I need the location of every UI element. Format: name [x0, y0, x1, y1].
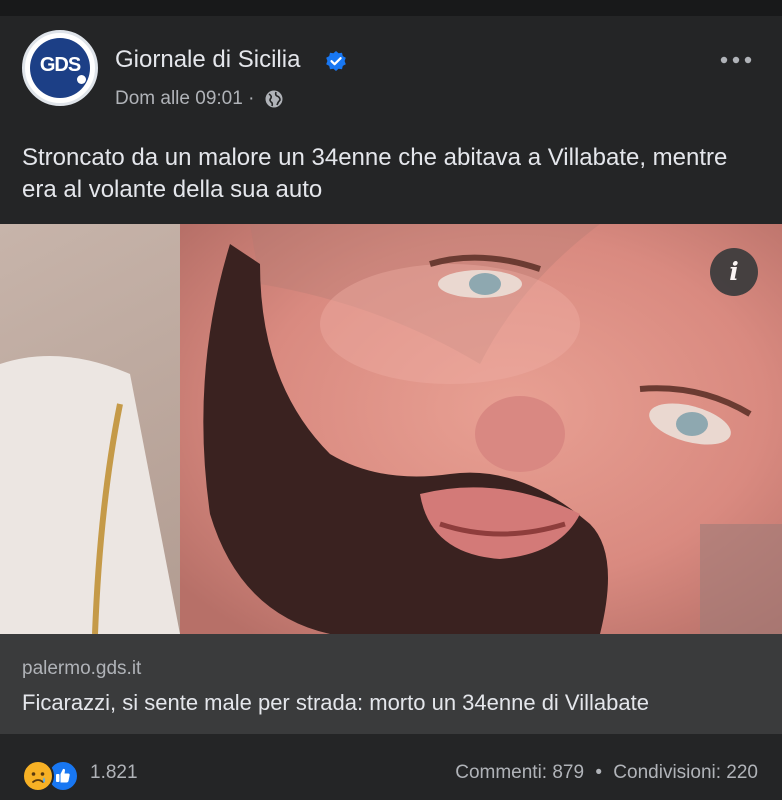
globe-icon: [265, 90, 283, 108]
shares-count[interactable]: Condivisioni: 220: [613, 762, 758, 783]
verified-badge-icon: [326, 51, 346, 71]
page-avatar[interactable]: GDS: [22, 30, 98, 106]
meta-separator: ·: [248, 88, 255, 109]
info-glyph: i: [729, 257, 739, 286]
info-icon[interactable]: i: [710, 248, 758, 296]
post-meta: Dom alle 09:01 ·: [115, 88, 284, 110]
post-timestamp[interactable]: Dom alle 09:01: [115, 88, 243, 109]
comments-count[interactable]: Commenti: 879: [455, 762, 584, 783]
sad-reaction-icon: [22, 760, 54, 792]
link-domain: palermo.gds.it: [22, 658, 142, 679]
post-header: GDS Giornale di Sicilia Dom alle 09:01 ·: [0, 16, 782, 126]
page-name[interactable]: Giornale di Sicilia: [115, 46, 300, 74]
avatar-logo-text: GDS: [39, 54, 81, 76]
more-options-icon[interactable]: [716, 48, 756, 72]
post-photo[interactable]: i: [0, 224, 782, 634]
link-title: Ficarazzi, si sente male per strada: mor…: [22, 690, 649, 715]
photo-illustration: [0, 224, 782, 634]
reaction-count: 1.821: [90, 762, 138, 783]
post-text: Stroncato da un malore un 34enne che abi…: [22, 144, 728, 203]
stats-separator: •: [595, 762, 603, 783]
feed-post: GDS Giornale di Sicilia Dom alle 09:01 ·…: [0, 16, 782, 800]
link-preview[interactable]: palermo.gds.it Ficarazzi, si sente male …: [0, 634, 782, 734]
top-status-strip: [0, 0, 782, 16]
avatar-logo: GDS: [30, 38, 90, 98]
post-stats: Commenti: 879 • Condivisioni: 220: [455, 762, 758, 784]
avatar-logo-dot: [77, 75, 86, 84]
post-footer: 1.821 Commenti: 879 • Condivisioni: 220: [0, 734, 782, 800]
